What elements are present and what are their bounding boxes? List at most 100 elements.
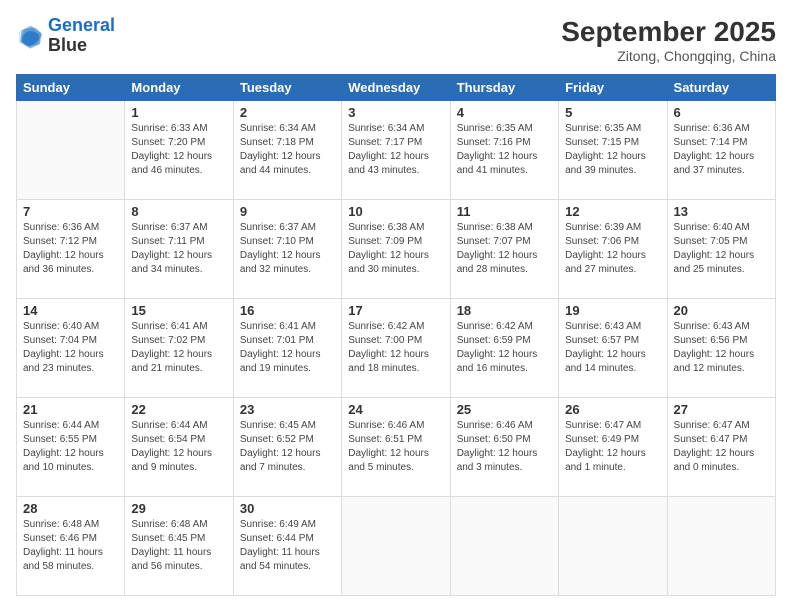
calendar-cell: 25 Sunrise: 6:46 AM Sunset: 6:50 PM Dayli…	[450, 398, 558, 497]
day-info: Sunrise: 6:36 AM Sunset: 7:12 PM Dayligh…	[23, 221, 118, 277]
day-info: Sunrise: 6:37 AM Sunset: 7:11 PM Dayligh…	[131, 221, 226, 277]
calendar-cell: 2Sunrise: 6:34 AM Sunset: 7:18 PM Daylig…	[233, 101, 341, 200]
calendar-cell: 18 Sunrise: 6:42 AM Sunset: 6:59 PM Dayli…	[450, 299, 558, 398]
day-info: Sunrise: 6:38 AM Sunset: 7:09 PM Dayligh…	[348, 221, 443, 277]
day-number: 26	[565, 402, 660, 417]
day-number: 1	[131, 105, 226, 120]
day-number: 25	[457, 402, 552, 417]
logo-line2: Blue	[48, 36, 115, 56]
day-number: 19	[565, 303, 660, 318]
day-number: 8	[131, 204, 226, 219]
day-info: Sunrise: 6:46 AM Sunset: 6:51 PM Dayligh…	[348, 419, 443, 475]
day-number: 30	[240, 501, 335, 516]
day-info: Sunrise: 6:38 AM Sunset: 7:07 PM Dayligh…	[457, 221, 552, 277]
calendar-header-row: SundayMondayTuesdayWednesdayThursdayFrid…	[17, 75, 776, 101]
day-info: Sunrise: 6:40 AM Sunset: 7:05 PM Dayligh…	[674, 221, 769, 277]
day-info: Sunrise: 6:44 AM Sunset: 6:54 PM Dayligh…	[131, 419, 226, 475]
calendar-cell: 4 Sunrise: 6:35 AM Sunset: 7:16 PM Daylig…	[450, 101, 558, 200]
day-info: Sunrise: 6:41 AM Sunset: 7:02 PM Dayligh…	[131, 320, 226, 376]
day-info: Sunrise: 6:40 AM Sunset: 7:04 PM Dayligh…	[23, 320, 118, 376]
calendar-cell: 30Sunrise: 6:49 AM Sunset: 6:44 PM Dayli…	[233, 497, 341, 596]
title-block: September 2025 Zitong, Chongqing, China	[561, 16, 776, 64]
calendar-week-5: 28 Sunrise: 6:48 AM Sunset: 6:46 PM Dayli…	[17, 497, 776, 596]
day-number: 14	[23, 303, 118, 318]
day-number: 29	[131, 501, 226, 516]
day-info: Sunrise: 6:42 AM Sunset: 7:00 PM Dayligh…	[348, 320, 443, 376]
day-number: 5	[565, 105, 660, 120]
day-number: 13	[674, 204, 769, 219]
calendar-cell: 16Sunrise: 6:41 AM Sunset: 7:01 PM Dayli…	[233, 299, 341, 398]
day-number: 3	[348, 105, 443, 120]
calendar-header-monday: Monday	[125, 75, 233, 101]
logo-text: General Blue	[48, 16, 115, 56]
day-info: Sunrise: 6:37 AM Sunset: 7:10 PM Dayligh…	[240, 221, 335, 277]
calendar-header-tuesday: Tuesday	[233, 75, 341, 101]
day-number: 17	[348, 303, 443, 318]
logo: General Blue	[16, 16, 115, 56]
calendar-week-4: 21Sunrise: 6:44 AM Sunset: 6:55 PM Dayli…	[17, 398, 776, 497]
calendar-table: SundayMondayTuesdayWednesdayThursdayFrid…	[16, 74, 776, 596]
calendar-header-saturday: Saturday	[667, 75, 775, 101]
calendar-cell: 7 Sunrise: 6:36 AM Sunset: 7:12 PM Daylig…	[17, 200, 125, 299]
day-info: Sunrise: 6:48 AM Sunset: 6:45 PM Dayligh…	[131, 518, 226, 574]
day-info: Sunrise: 6:43 AM Sunset: 6:56 PM Dayligh…	[674, 320, 769, 376]
calendar-cell: 17 Sunrise: 6:42 AM Sunset: 7:00 PM Dayli…	[342, 299, 450, 398]
day-info: Sunrise: 6:35 AM Sunset: 7:15 PM Dayligh…	[565, 122, 660, 178]
calendar-header-sunday: Sunday	[17, 75, 125, 101]
calendar-cell: 9 Sunrise: 6:37 AM Sunset: 7:10 PM Daylig…	[233, 200, 341, 299]
day-number: 22	[131, 402, 226, 417]
calendar-cell	[450, 497, 558, 596]
calendar-cell: 28 Sunrise: 6:48 AM Sunset: 6:46 PM Dayli…	[17, 497, 125, 596]
day-info: Sunrise: 6:41 AM Sunset: 7:01 PM Dayligh…	[240, 320, 335, 376]
calendar-cell: 21Sunrise: 6:44 AM Sunset: 6:55 PM Dayli…	[17, 398, 125, 497]
logo-line1: General	[48, 15, 115, 35]
calendar-cell: 12Sunrise: 6:39 AM Sunset: 7:06 PM Dayli…	[559, 200, 667, 299]
calendar-header-thursday: Thursday	[450, 75, 558, 101]
calendar-cell: 11 Sunrise: 6:38 AM Sunset: 7:07 PM Dayli…	[450, 200, 558, 299]
calendar-week-2: 7 Sunrise: 6:36 AM Sunset: 7:12 PM Daylig…	[17, 200, 776, 299]
day-info: Sunrise: 6:35 AM Sunset: 7:16 PM Dayligh…	[457, 122, 552, 178]
calendar-cell	[667, 497, 775, 596]
day-number: 7	[23, 204, 118, 219]
calendar-cell: 3Sunrise: 6:34 AM Sunset: 7:17 PM Daylig…	[342, 101, 450, 200]
day-number: 9	[240, 204, 335, 219]
day-info: Sunrise: 6:39 AM Sunset: 7:06 PM Dayligh…	[565, 221, 660, 277]
day-number: 21	[23, 402, 118, 417]
day-info: Sunrise: 6:33 AM Sunset: 7:20 PM Dayligh…	[131, 122, 226, 178]
day-info: Sunrise: 6:47 AM Sunset: 6:49 PM Dayligh…	[565, 419, 660, 475]
header: General Blue September 2025 Zitong, Chon…	[16, 16, 776, 64]
page: General Blue September 2025 Zitong, Chon…	[0, 0, 792, 612]
day-number: 28	[23, 501, 118, 516]
day-number: 11	[457, 204, 552, 219]
day-number: 20	[674, 303, 769, 318]
calendar-cell	[17, 101, 125, 200]
day-number: 24	[348, 402, 443, 417]
main-title: September 2025	[561, 16, 776, 48]
day-number: 2	[240, 105, 335, 120]
calendar-cell: 20 Sunrise: 6:43 AM Sunset: 6:56 PM Dayli…	[667, 299, 775, 398]
day-info: Sunrise: 6:46 AM Sunset: 6:50 PM Dayligh…	[457, 419, 552, 475]
day-info: Sunrise: 6:36 AM Sunset: 7:14 PM Dayligh…	[674, 122, 769, 178]
calendar-cell: 29 Sunrise: 6:48 AM Sunset: 6:45 PM Dayli…	[125, 497, 233, 596]
day-info: Sunrise: 6:43 AM Sunset: 6:57 PM Dayligh…	[565, 320, 660, 376]
day-info: Sunrise: 6:47 AM Sunset: 6:47 PM Dayligh…	[674, 419, 769, 475]
day-info: Sunrise: 6:48 AM Sunset: 6:46 PM Dayligh…	[23, 518, 118, 574]
calendar-cell: 8 Sunrise: 6:37 AM Sunset: 7:11 PM Daylig…	[125, 200, 233, 299]
day-number: 23	[240, 402, 335, 417]
calendar-cell: 26 Sunrise: 6:47 AM Sunset: 6:49 PM Dayli…	[559, 398, 667, 497]
calendar-cell: 10 Sunrise: 6:38 AM Sunset: 7:09 PM Dayli…	[342, 200, 450, 299]
day-number: 4	[457, 105, 552, 120]
calendar-cell: 27Sunrise: 6:47 AM Sunset: 6:47 PM Dayli…	[667, 398, 775, 497]
day-number: 18	[457, 303, 552, 318]
calendar-cell: 6 Sunrise: 6:36 AM Sunset: 7:14 PM Daylig…	[667, 101, 775, 200]
subtitle: Zitong, Chongqing, China	[561, 48, 776, 64]
calendar-header-friday: Friday	[559, 75, 667, 101]
calendar-cell: 5 Sunrise: 6:35 AM Sunset: 7:15 PM Daylig…	[559, 101, 667, 200]
calendar-cell: 23Sunrise: 6:45 AM Sunset: 6:52 PM Dayli…	[233, 398, 341, 497]
day-number: 6	[674, 105, 769, 120]
calendar-cell: 1 Sunrise: 6:33 AM Sunset: 7:20 PM Daylig…	[125, 101, 233, 200]
day-info: Sunrise: 6:42 AM Sunset: 6:59 PM Dayligh…	[457, 320, 552, 376]
calendar-cell	[342, 497, 450, 596]
calendar-cell	[559, 497, 667, 596]
day-number: 10	[348, 204, 443, 219]
